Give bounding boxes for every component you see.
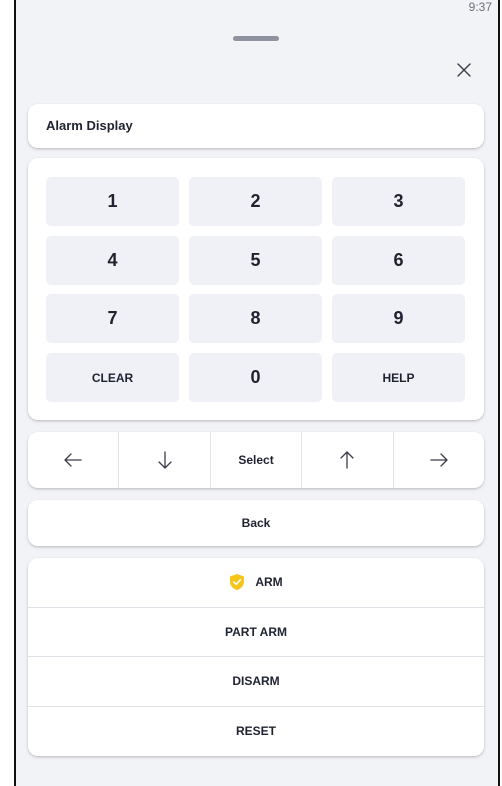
shield-check-icon [229, 573, 245, 591]
arm-label: ARM [255, 575, 283, 590]
arrow-down-icon [157, 451, 172, 469]
status-time: 9:37 [468, 0, 492, 14]
key-clear[interactable]: CLEAR [46, 353, 179, 402]
keypad: 1 2 3 4 5 6 7 8 9 CLEAR 0 HELP [28, 158, 484, 420]
key-help[interactable]: HELP [332, 353, 465, 402]
key-1[interactable]: 1 [46, 177, 179, 226]
disarm-label: DISARM [232, 674, 280, 689]
nav-up-button[interactable] [302, 432, 394, 488]
nav-right-button[interactable] [394, 432, 484, 488]
drag-handle[interactable] [233, 36, 279, 41]
alarm-display: Alarm Display [28, 104, 484, 148]
back-label: Back [241, 516, 271, 530]
key-5[interactable]: 5 [189, 236, 322, 285]
key-6[interactable]: 6 [332, 236, 465, 285]
reset-button[interactable]: RESET [28, 707, 484, 757]
back-button[interactable]: Back [28, 500, 484, 546]
close-button[interactable] [452, 58, 476, 82]
arrow-left-icon [64, 453, 82, 467]
arming-actions: ARM PART ARM DISARM RESET [28, 558, 484, 756]
navigation-bar: Select [28, 432, 484, 488]
key-8[interactable]: 8 [189, 294, 322, 343]
arm-button[interactable]: ARM [28, 558, 484, 608]
key-2[interactable]: 2 [189, 177, 322, 226]
arrow-up-icon [340, 451, 355, 469]
close-icon [457, 63, 471, 77]
key-3[interactable]: 3 [332, 177, 465, 226]
reset-label: RESET [235, 724, 276, 739]
nav-select-button[interactable]: Select [211, 432, 303, 488]
select-label: Select [238, 453, 274, 467]
arrow-right-icon [430, 453, 448, 467]
alarm-panel-sheet: 9:37 Alarm Display 1 2 3 4 5 6 7 8 9 CLE… [14, 0, 500, 786]
part-arm-button[interactable]: PART ARM [28, 608, 484, 657]
disarm-button[interactable]: DISARM [28, 657, 484, 707]
key-9[interactable]: 9 [332, 294, 465, 343]
nav-left-button[interactable] [28, 432, 120, 488]
part-arm-label: PART ARM [225, 624, 287, 639]
key-4[interactable]: 4 [46, 236, 179, 285]
nav-down-button[interactable] [119, 432, 211, 488]
key-0[interactable]: 0 [189, 353, 322, 402]
alarm-display-label: Alarm Display [46, 118, 133, 133]
key-7[interactable]: 7 [46, 294, 179, 343]
